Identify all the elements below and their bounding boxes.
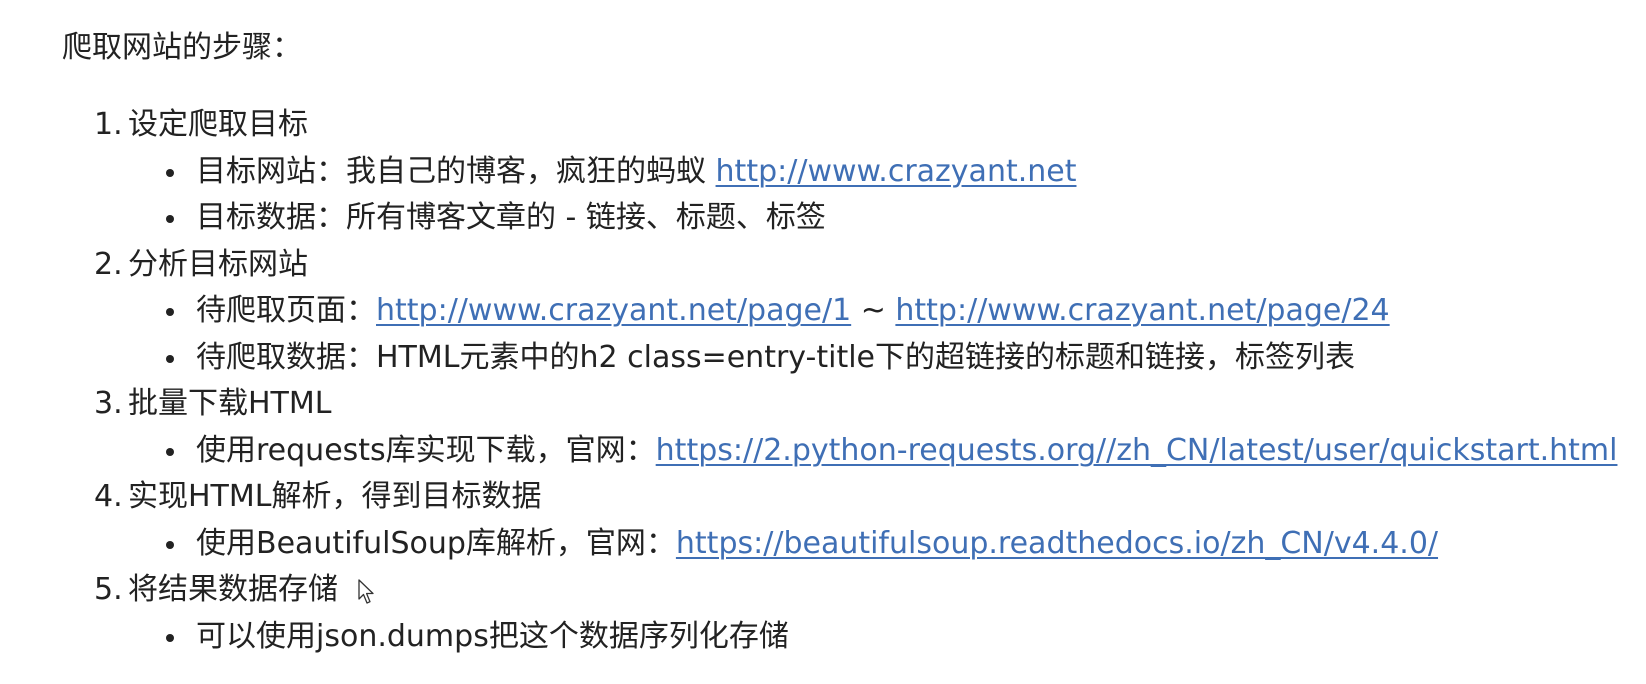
step-title: 将结果数据存储 [128,572,338,607]
step-1-title-row: 1. 设定爬取目标 [0,102,1617,149]
list-item: 待爬取页面：http://www.crazyant.net/page/1 ~ h… [0,288,1617,335]
link-page-24[interactable]: http://www.crazyant.net/page/24 [895,293,1389,328]
step-title: 批量下载HTML [128,386,332,421]
steps-list: 1. 设定爬取目标 目标网站：我自己的博客，疯狂的蚂蚁 http://www.c… [0,102,1617,660]
step-title: 实现HTML解析，得到目标数据 [128,479,542,514]
list-item: 使用requests库实现下载，官网：https://2.python-requ… [0,428,1617,475]
list-item-text: 待爬取数据：HTML元素中的h2 class=entry-title下的超链接的… [196,339,1355,375]
step-3: 3. 批量下载HTML 使用requests库实现下载，官网：https://2… [0,381,1617,474]
step-3-title-row: 3. 批量下载HTML [0,381,1617,428]
bullet-icon [166,633,174,642]
list-item-text: 可以使用json.dumps把这个数据序列化存储 [196,618,789,654]
page-title: 爬取网站的步骤： [62,30,302,65]
bullet-icon [166,168,174,177]
step-number: 2. [94,246,123,282]
bullet-icon [166,215,174,223]
step-number: 5. [94,572,123,607]
link-crazyant[interactable]: http://www.crazyant.net [716,154,1077,189]
list-item-text: 使用BeautifulSoup库解析，官网： [196,525,676,561]
step-title: 分析目标网站 [128,246,308,282]
list-item: 使用BeautifulSoup库解析，官网：https://beautifuls… [0,521,1617,568]
list-item: 目标数据：所有博客文章的 - 链接、标题、标签 [0,195,1617,242]
list-item: 待爬取数据：HTML元素中的h2 class=entry-title下的超链接的… [0,335,1617,382]
list-item-text: 目标网站：我自己的博客，疯狂的蚂蚁 [196,153,716,189]
step-1: 1. 设定爬取目标 目标网站：我自己的博客，疯狂的蚂蚁 http://www.c… [0,102,1617,242]
list-item: 可以使用json.dumps把这个数据序列化存储 [0,614,1617,661]
step-5-sublist: 可以使用json.dumps把这个数据序列化存储 [0,614,1617,661]
step-4: 4. 实现HTML解析，得到目标数据 使用BeautifulSoup库解析，官网… [0,474,1617,567]
list-item-text: 待爬取页面： [196,293,376,328]
bullet-icon [166,540,174,549]
step-5-title-row: 5. 将结果数据存储 [0,567,1617,614]
step-5: 5. 将结果数据存储 可以使用json.dumps把这个数据序列化存储 [0,567,1617,660]
mouse-pointer-icon [357,573,376,604]
link-requests-docs[interactable]: https://2.python-requests.org//zh_CN/lat… [656,433,1618,468]
link-page-1[interactable]: http://www.crazyant.net/page/1 [376,293,851,328]
step-number: 1. [94,107,123,142]
step-1-sublist: 目标网站：我自己的博客，疯狂的蚂蚁 http://www.crazyant.ne… [0,149,1617,242]
step-3-sublist: 使用requests库实现下载，官网：https://2.python-requ… [0,428,1617,475]
list-item: 目标网站：我自己的博客，疯狂的蚂蚁 http://www.crazyant.ne… [0,149,1617,196]
list-item-text: 目标数据：所有博客文章的 - 链接、标题、标签 [196,200,826,235]
step-2-sublist: 待爬取页面：http://www.crazyant.net/page/1 ~ h… [0,288,1617,381]
bullet-icon [166,308,174,316]
step-4-title-row: 4. 实现HTML解析，得到目标数据 [0,474,1617,521]
step-4-sublist: 使用BeautifulSoup库解析，官网：https://beautifuls… [0,521,1617,568]
list-item-text: 使用requests库实现下载，官网： [196,432,656,468]
bullet-icon [166,354,174,363]
step-number: 3. [94,386,123,421]
step-number: 4. [94,479,123,514]
step-title: 设定爬取目标 [128,107,308,142]
step-2-title-row: 2. 分析目标网站 [0,242,1617,289]
range-separator: ~ [851,293,896,328]
step-2: 2. 分析目标网站 待爬取页面：http://www.crazyant.net/… [0,242,1617,382]
document: 爬取网站的步骤： 1. 设定爬取目标 目标网站：我自己的博客，疯狂的蚂蚁 htt… [0,0,1646,684]
link-beautifulsoup-docs[interactable]: https://beautifulsoup.readthedocs.io/zh_… [676,526,1438,561]
bullet-icon [166,447,174,456]
